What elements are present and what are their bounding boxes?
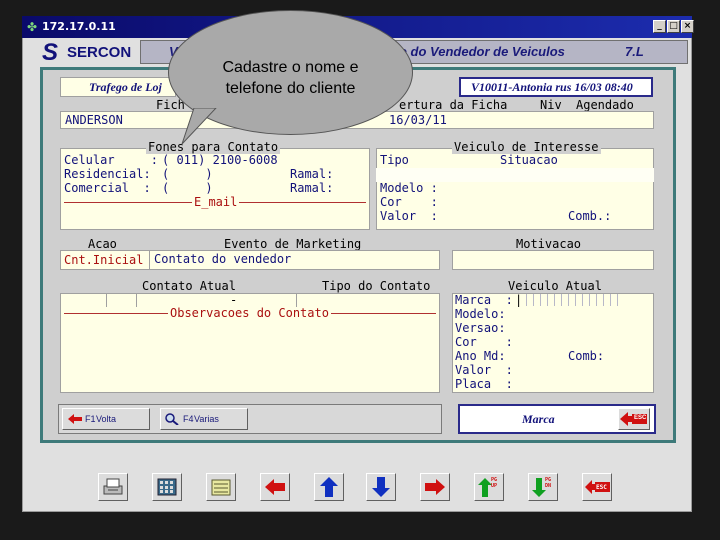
page-up-label: PG UP <box>491 477 498 489</box>
tooltip-line-1: Cadastre o nome e <box>222 59 359 76</box>
customer-name-field[interactable]: ANDERSON <box>65 114 123 127</box>
notes-button[interactable] <box>206 473 236 501</box>
comercial-label: Comercial : <box>64 181 151 195</box>
calculator-icon <box>157 478 177 496</box>
volta-label: Volta <box>96 414 117 424</box>
window-title: 172.17.0.11 <box>42 20 116 33</box>
user-info-box: V10011-Antonia rus 16/03 08:40 <box>459 77 653 97</box>
left-arrow-icon <box>68 414 82 424</box>
logo-s: S <box>42 39 59 66</box>
contato-atual-fields[interactable] <box>62 293 438 307</box>
valor-interesse-label: Valor : <box>380 209 438 223</box>
exit-label: ESC <box>596 484 607 491</box>
header-code: 7.L <box>625 44 644 59</box>
placa-label: Placa : <box>455 377 513 391</box>
situacao-label: Situacao <box>500 153 558 167</box>
arrow-down-icon <box>372 477 390 497</box>
varias-label: Varias <box>194 414 219 424</box>
trafego-box: Trafego de Loj <box>60 77 176 97</box>
comb-label: Comb: <box>568 349 605 363</box>
field-divider <box>106 293 107 307</box>
magnifier-icon <box>165 413 179 425</box>
print-button[interactable] <box>98 473 128 501</box>
user-info: V10011-Antonia rus 16/03 08:40 <box>471 80 633 94</box>
page-down-button[interactable]: PG DN <box>528 473 558 501</box>
versao-label: Versao: <box>455 321 506 335</box>
logo-text: SERCON <box>67 44 132 61</box>
evento-field[interactable]: Contato do vendedor <box>154 253 291 266</box>
calculator-button[interactable] <box>152 473 182 501</box>
comb-interesse-label: Comb.: <box>568 209 612 223</box>
observacoes-label: Observacoes do Contato <box>168 306 331 320</box>
acao-divider <box>149 251 150 269</box>
tipo-label: Tipo <box>380 153 409 167</box>
next-button[interactable] <box>420 473 450 501</box>
modelo-label: Modelo: <box>455 307 506 321</box>
page-down-label: PG DN <box>545 477 552 489</box>
motivacao-field[interactable] <box>452 250 654 270</box>
comercial-ramal-label: Ramal: <box>290 181 334 195</box>
app-icon: ✤ <box>27 20 38 34</box>
minimize-button[interactable]: _ <box>653 20 666 33</box>
tipo-contato-header: Tipo do Contato <box>320 279 433 293</box>
email-field[interactable] <box>62 208 368 226</box>
varias-button[interactable]: F4 Varias <box>160 408 248 430</box>
volta-key: F1 <box>85 414 96 424</box>
marca-field[interactable] <box>520 294 622 306</box>
arrow-left-icon <box>265 479 285 495</box>
up-button[interactable] <box>314 473 344 501</box>
prev-button[interactable] <box>260 473 290 501</box>
acao-evento-row: Cnt.Inicial Contato do vendedor <box>60 250 440 270</box>
cor-interesse-label: Cor : <box>380 195 438 209</box>
celular-label: Celular : <box>64 153 158 167</box>
header-title: o do Vendedor de Veiculos <box>399 44 565 59</box>
residencial-ramal-label: Ramal: <box>290 167 334 181</box>
residencial-label: Residencial: <box>64 167 151 181</box>
marca-action-label: Marca <box>522 412 555 426</box>
tooltip-tail <box>181 108 217 145</box>
notepad-icon <box>211 479 231 496</box>
page-up-button[interactable]: PG UP <box>474 473 504 501</box>
exit-button[interactable]: ESC <box>582 473 612 501</box>
sercon-logo: S SERCON <box>40 39 135 66</box>
trafego-label: Trafego de Loj <box>89 80 162 94</box>
residencial-field[interactable]: ( ) <box>162 168 213 181</box>
arrow-up-icon <box>320 477 338 497</box>
abertura-date-field[interactable]: 16/03/11 <box>389 114 447 127</box>
cor-label: Cor : <box>455 335 513 349</box>
varias-key: F4 <box>183 414 194 424</box>
marca-action-box: Marca ESC <box>458 404 656 434</box>
ano-md-label: Ano Md: <box>455 349 506 363</box>
valor-label: Valor : <box>455 363 513 377</box>
tipo-situacao-field[interactable] <box>376 168 654 182</box>
down-button[interactable] <box>366 473 396 501</box>
observacoes-textarea[interactable] <box>62 320 438 390</box>
arrow-right-icon <box>425 479 445 495</box>
field-divider <box>136 293 137 307</box>
celular-field[interactable]: ( 011) 2100-6008 <box>162 154 278 167</box>
contato-atual-header: Contato Atual <box>140 279 238 293</box>
printer-icon <box>103 478 123 495</box>
comercial-field[interactable]: ( ) <box>162 182 213 195</box>
esc-label: ESC <box>634 415 647 421</box>
field-divider <box>296 293 297 307</box>
tooltip-line-2: telefone do cliente <box>225 80 356 97</box>
acao-field[interactable]: Cnt.Inicial <box>64 253 143 267</box>
veiculo-atual-header: Veiculo Atual <box>506 279 604 293</box>
marca-label: Marca : <box>455 293 513 307</box>
maximize-button[interactable]: □ <box>667 20 680 33</box>
modelo-interesse-label: Modelo : <box>380 181 438 195</box>
volta-button[interactable]: F1 Volta <box>62 408 150 430</box>
close-button[interactable]: × <box>681 20 694 33</box>
esc-button[interactable]: ESC <box>618 408 650 430</box>
